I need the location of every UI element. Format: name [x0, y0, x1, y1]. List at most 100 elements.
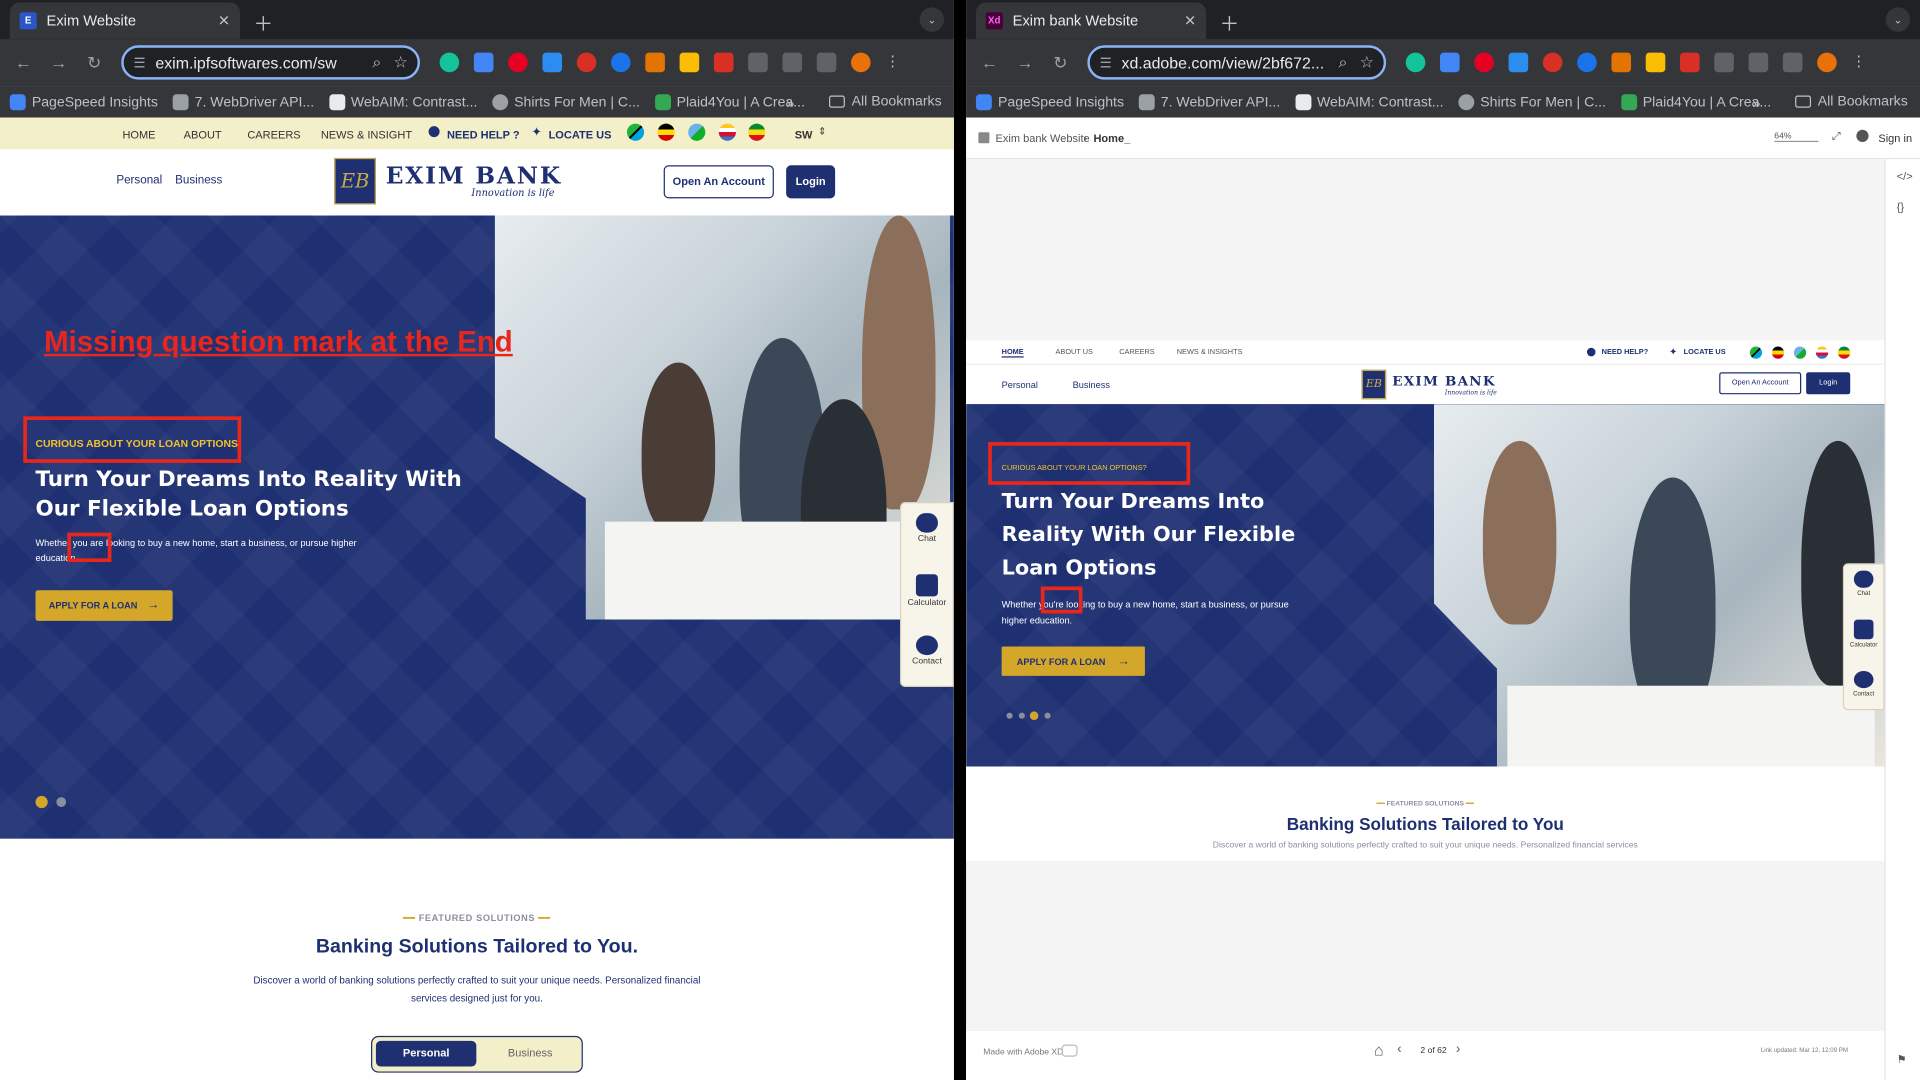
forward-icon[interactable]: →	[1011, 53, 1038, 73]
media-icon[interactable]	[1748, 52, 1769, 73]
browser-tab[interactable]: E Exim Website ✕	[9, 2, 241, 40]
site-info-icon[interactable]: ☰	[133, 54, 145, 71]
art-nav-personal[interactable]: Personal	[1002, 380, 1038, 391]
specs-icon[interactable]: {}	[1897, 201, 1904, 213]
close-tab-icon[interactable]: ✕	[218, 12, 230, 29]
flag-uganda-icon[interactable]	[1771, 346, 1785, 359]
art-locate-us[interactable]: LOCATE US	[1684, 349, 1726, 356]
lens-icon[interactable]	[1577, 52, 1597, 73]
carousel-dot[interactable]	[1018, 712, 1025, 719]
bookmark-item[interactable]: Shirts For Men | C...	[1458, 94, 1606, 111]
nav-business[interactable]: Business	[175, 174, 222, 187]
close-tab-icon[interactable]: ✕	[1184, 12, 1196, 29]
stop-icon[interactable]	[1542, 52, 1563, 73]
a-extension-icon[interactable]	[1645, 52, 1666, 73]
carousel-dot-active[interactable]	[35, 795, 48, 809]
flag-djibouti-icon[interactable]	[1793, 346, 1807, 359]
art-need-help[interactable]: NEED HELP?	[1602, 349, 1649, 356]
art-nav-business[interactable]: Business	[1073, 380, 1110, 391]
exim-logo-icon[interactable]: EB	[1361, 369, 1387, 400]
prev-page-icon[interactable]: ‹	[1397, 1042, 1401, 1057]
color-picker-icon[interactable]	[1611, 52, 1632, 73]
back-icon[interactable]: ←	[976, 53, 1003, 73]
nav-home[interactable]: HOME	[122, 129, 155, 141]
sidepanel-icon[interactable]	[816, 52, 837, 73]
art-login-button[interactable]: Login	[1806, 372, 1851, 395]
docs-icon[interactable]	[1440, 52, 1460, 73]
flag-ethiopia-icon[interactable]	[1837, 346, 1851, 359]
code-view-icon[interactable]: </>	[1897, 170, 1913, 182]
media-icon[interactable]	[782, 52, 803, 73]
carousel-dot[interactable]	[1044, 712, 1051, 719]
browser-tab[interactable]: Xd Exim bank Website ✕	[975, 2, 1207, 40]
bookmark-item[interactable]: PageSpeed Insights	[9, 94, 158, 111]
puzzle-icon[interactable]	[748, 52, 768, 73]
menu-dots-icon[interactable]: ⋮	[1851, 53, 1871, 73]
flag-comoros-icon[interactable]	[718, 123, 736, 141]
forward-icon[interactable]: →	[45, 53, 72, 73]
site-info-icon[interactable]: ☰	[1100, 54, 1112, 71]
lens-icon[interactable]	[611, 52, 631, 73]
flag-djibouti-icon[interactable]	[688, 123, 706, 141]
art-open-account-button[interactable]: Open An Account	[1719, 372, 1802, 395]
chat-widget[interactable]: Chat	[1844, 570, 1883, 598]
all-bookmarks[interactable]: All Bookmarks	[828, 94, 942, 109]
tab-search-icon[interactable]: ⌄	[1885, 7, 1911, 32]
new-tab-icon[interactable]: ＋	[1220, 7, 1240, 36]
color-picker-icon[interactable]	[645, 52, 665, 73]
zoom-search-icon[interactable]: ⌕	[372, 53, 381, 73]
open-account-button[interactable]: Open An Account	[663, 165, 774, 199]
bookmark-item[interactable]: WebAIM: Contrast...	[328, 94, 477, 111]
breadcrumb-root[interactable]: Exim bank Website	[996, 132, 1090, 144]
new-tab-icon[interactable]: ＋	[253, 7, 273, 36]
bookmark-item[interactable]: 7. WebDriver API...	[1138, 94, 1280, 111]
flag-ethiopia-icon[interactable]	[748, 123, 766, 141]
bookmark-star-icon[interactable]: ☆	[1360, 53, 1374, 73]
magnet-icon[interactable]	[1680, 52, 1700, 73]
extension-icon[interactable]	[1508, 52, 1529, 73]
art-nav-home[interactable]: HOME	[1001, 349, 1024, 358]
cc-icon[interactable]	[1061, 1044, 1078, 1057]
address-bar[interactable]: ☰ xd.adobe.com/view/2bf672... ⌕ ☆	[1087, 45, 1387, 80]
breadcrumb-page[interactable]: Home_	[1093, 132, 1130, 144]
pinterest-icon[interactable]	[508, 52, 528, 73]
flag-uganda-icon[interactable]	[657, 123, 675, 141]
next-page-icon[interactable]: ›	[1456, 1042, 1460, 1057]
login-button[interactable]: Login	[786, 165, 836, 199]
segment-personal[interactable]: Personal	[375, 1040, 477, 1067]
avatar[interactable]	[851, 52, 871, 73]
tab-search-icon[interactable]: ⌄	[919, 7, 945, 32]
nav-about[interactable]: ABOUT	[184, 129, 222, 141]
need-help-link[interactable]: NEED HELP ?	[447, 129, 520, 141]
bookmark-item[interactable]: Plaid4You | A Crea...	[1620, 94, 1771, 111]
address-bar[interactable]: ☰ exim.ipfsoftwares.com/sw ⌕ ☆	[121, 45, 421, 80]
flag-comoros-icon[interactable]	[1815, 346, 1829, 359]
help-icon[interactable]	[1856, 129, 1869, 143]
carousel-dot[interactable]	[56, 797, 67, 807]
zoom-search-icon[interactable]: ⌕	[1338, 53, 1347, 73]
magnet-icon[interactable]	[713, 52, 734, 73]
flag-tanzania-icon[interactable]	[1749, 346, 1763, 359]
zoom-select[interactable]: 64%	[1774, 132, 1819, 143]
all-bookmarks[interactable]: All Bookmarks	[1794, 94, 1908, 109]
puzzle-icon[interactable]	[1714, 52, 1734, 73]
pinterest-icon[interactable]	[1474, 52, 1494, 73]
more-bookmarks-icon[interactable]: »	[786, 94, 794, 111]
grammarly-icon[interactable]	[439, 52, 460, 73]
nav-news[interactable]: NEWS & INSIGHT	[321, 129, 412, 141]
extension-icon[interactable]	[542, 52, 563, 73]
apply-loan-button[interactable]: APPLY FOR A LOAN →	[35, 590, 173, 621]
sign-in-link[interactable]: Sign in	[1878, 132, 1912, 144]
calculator-widget[interactable]: Calculator	[1844, 619, 1883, 649]
avatar[interactable]	[1817, 52, 1837, 73]
exim-logo-icon[interactable]: EB	[334, 157, 376, 205]
language-select[interactable]: SW	[795, 129, 813, 141]
reload-icon[interactable]: ↻	[81, 52, 108, 73]
art-nav-about[interactable]: ABOUT US	[1056, 349, 1093, 356]
bookmark-item[interactable]: WebAIM: Contrast...	[1294, 94, 1444, 111]
segment-business[interactable]: Business	[480, 1041, 580, 1067]
grid-icon[interactable]	[978, 132, 990, 144]
docs-icon[interactable]	[473, 52, 494, 73]
feedback-icon[interactable]: ⚑	[1897, 1053, 1907, 1066]
bookmark-item[interactable]: Plaid4You | A Crea...	[654, 94, 805, 111]
